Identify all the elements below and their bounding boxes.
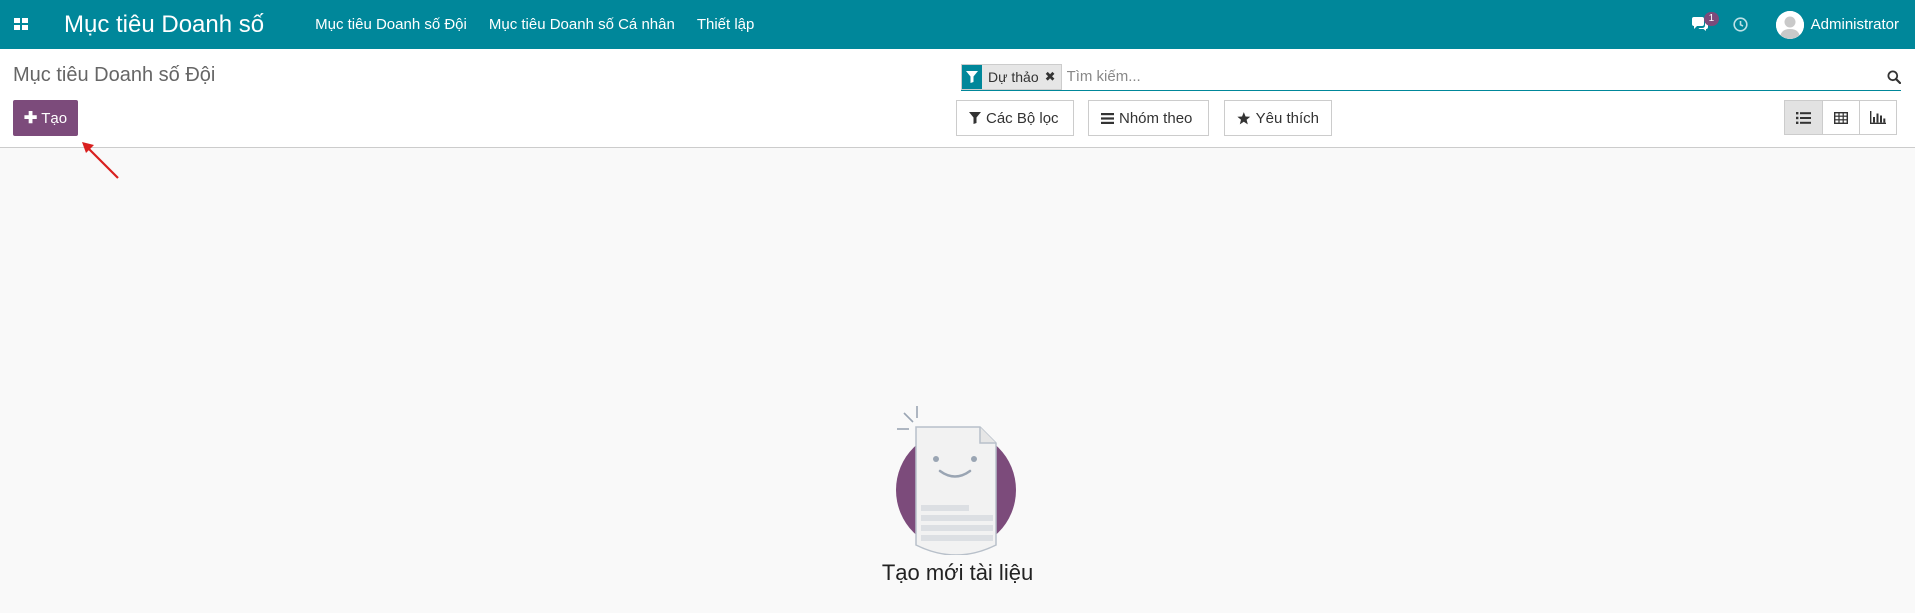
clock-icon [1733,17,1748,32]
favorites-dropdown-button[interactable]: Yêu thích [1224,100,1332,136]
menu-item-personal-targets[interactable]: Mục tiêu Doanh số Cá nhân [478,16,686,33]
search-icon [1887,70,1901,84]
user-avatar-icon [1775,10,1804,39]
groupby-label: Nhóm theo [1119,109,1193,127]
facet-remove-icon[interactable]: ✖ [1045,69,1056,85]
main-menu: Mục tiêu Doanh số Đội Mục tiêu Doanh số … [304,16,765,33]
systray: 1 Administrator [1667,0,1899,49]
graph-view-button[interactable] [1859,101,1896,134]
facet-value: Dự thảo ✖ [982,64,1061,89]
annotation-arrow [82,142,119,179]
apps-menu-button[interactable] [0,0,42,49]
user-menu[interactable]: Administrator [1775,10,1899,39]
menu-item-team-targets[interactable]: Mục tiêu Doanh số Đội [304,16,478,33]
favorites-label: Yêu thích [1255,109,1319,127]
view-switcher [1784,100,1897,135]
empty-state-title: Tạo mới tài liệu [881,560,1034,585]
pivot-view-button[interactable] [1822,101,1859,134]
user-name: Administrator [1810,16,1899,33]
avatar [1775,10,1804,39]
empty-document-illustration [896,406,1016,555]
filters-dropdown-button[interactable]: Các Bộ lọc [956,100,1074,136]
menu-item-settings[interactable]: Thiết lập [686,16,766,33]
activity-button[interactable] [1733,17,1748,32]
top-navbar: Mục tiêu Doanh số Mục tiêu Doanh số Đội … [0,0,1915,49]
search-facet: Dự thảo ✖ [961,63,1062,90]
messaging-button[interactable]: 1 [1691,12,1720,32]
plus-icon: ✚ [23,110,38,127]
grid-icon [13,18,28,30]
create-button[interactable]: ✚ Tạo [13,100,78,136]
filter-icon [969,112,981,124]
search-input[interactable] [1064,63,1873,90]
groupby-dropdown-button[interactable]: Nhóm theo [1088,100,1209,136]
search-bar: Dự thảo ✖ [961,63,1901,91]
pivot-table-icon [1834,111,1848,124]
create-button-label: Tạo [41,109,68,127]
messages-count-badge: 1 [1703,12,1720,26]
star-icon [1237,111,1251,124]
facet-label: Dự thảo [988,68,1039,85]
facet-filter-icon [962,64,982,89]
filters-label: Các Bộ lọc [986,109,1059,127]
list-view-button[interactable] [1785,101,1822,134]
bar-chart-icon [1870,111,1886,124]
bars-icon [1101,112,1114,124]
control-panel: Mục tiêu Doanh số Đội ✚ Tạo Dự thảo ✖ Cá… [0,49,1915,148]
list-icon [1796,111,1811,124]
breadcrumb: Mục tiêu Doanh số Đội [13,64,216,86]
search-button[interactable] [1873,70,1901,84]
app-title[interactable]: Mục tiêu Doanh số [64,11,264,39]
